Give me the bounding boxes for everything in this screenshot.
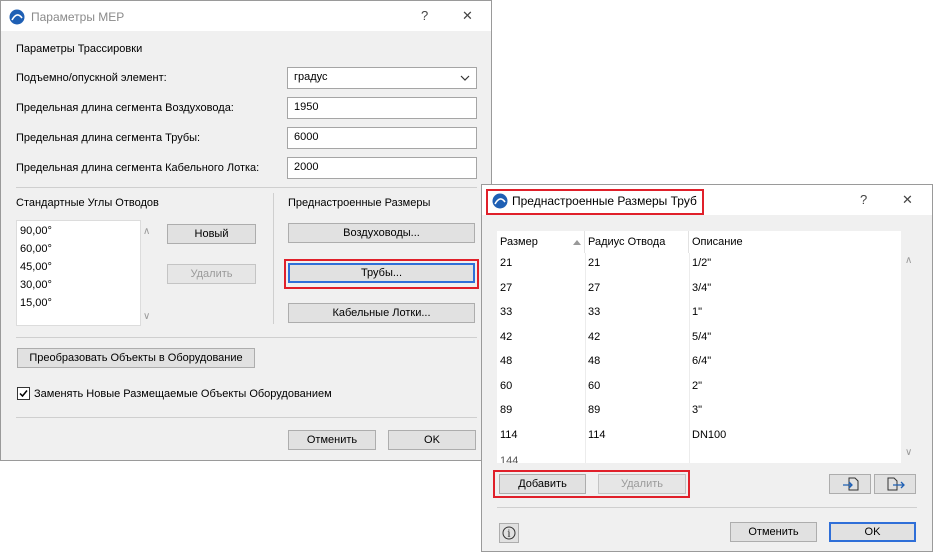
- help-button[interactable]: ?: [421, 8, 428, 23]
- delete-size-button[interactable]: Удалить: [598, 474, 686, 494]
- table-row[interactable]: 33 33 1": [497, 306, 901, 330]
- bend-angles-list[interactable]: 90,00° 60,00° 45,00° 30,00° 15,00°: [16, 220, 141, 326]
- cell-size: 42: [500, 330, 513, 343]
- separator: [16, 337, 477, 338]
- chevron-down-icon: [460, 75, 470, 81]
- cell-radius: 42: [588, 330, 601, 343]
- column-header-label: Размер: [500, 236, 538, 248]
- table-row[interactable]: 42 42 5/4": [497, 331, 901, 355]
- cell-description: DN100: [692, 428, 727, 441]
- cell-radius: 60: [588, 379, 601, 392]
- cell-description: 6/4": [692, 355, 712, 367]
- sort-ascending-icon: [573, 240, 581, 245]
- mep-parameters-dialog: Параметры МЕР ? ✕ Параметры Трассировки …: [0, 0, 492, 461]
- cell-description: 3": [692, 404, 703, 416]
- table-row[interactable]: 114 114 DN100: [497, 429, 901, 453]
- duct-length-input[interactable]: 1950: [287, 97, 477, 119]
- table-row[interactable]: 89 89 3": [497, 404, 901, 428]
- scroll-up-icon[interactable]: ∧: [143, 226, 150, 237]
- pipe-sizes-table[interactable]: Размер Радиус Отвода Описание 21 21 1/2" 27…: [497, 231, 901, 463]
- pipes-highlight-box: [284, 259, 479, 289]
- cell-description: 5/4": [692, 330, 712, 343]
- pipe-sizes-dialog: Преднастроенные Размеры Труб ? ✕ Размер …: [481, 184, 933, 552]
- replace-objects-checkbox[interactable]: [17, 387, 30, 400]
- delete-angle-button[interactable]: Удалить: [167, 264, 256, 284]
- list-item[interactable]: 60,00°: [20, 243, 52, 255]
- import-file-icon: [843, 477, 859, 491]
- cell-size: 60: [500, 379, 513, 392]
- ok-button[interactable]: OK: [388, 430, 476, 450]
- scroll-down-icon[interactable]: ∨: [143, 311, 150, 322]
- list-item[interactable]: 30,00°: [20, 279, 52, 291]
- presets-title: Преднастроенные Размеры: [288, 197, 431, 209]
- cell-description: 3/4": [692, 281, 712, 294]
- table-row[interactable]: 27 27 3/4": [497, 282, 901, 306]
- list-item[interactable]: 45,00°: [20, 261, 52, 273]
- table-row[interactable]: 21 21 1/2": [497, 257, 901, 281]
- cell-description: 1": [692, 306, 703, 318]
- separator: [16, 187, 477, 188]
- cell-description: 2": [692, 379, 703, 392]
- cell-size: 21: [500, 257, 513, 269]
- routing-section-title: Параметры Трассировки: [16, 43, 143, 55]
- mep-dialog-titlebar: Параметры МЕР ? ✕: [1, 1, 491, 31]
- tray-length-label: Предельная длина сегмента Кабельного Лот…: [16, 162, 260, 174]
- rise-element-select[interactable]: градус: [287, 67, 477, 89]
- pipe-length-label: Предельная длина сегмента Трубы:: [16, 132, 201, 144]
- duct-length-label: Предельная длина сегмента Воздуховода:: [16, 102, 234, 114]
- cell-radius: 27: [588, 281, 601, 294]
- cell-radius: 48: [588, 355, 601, 367]
- archicad-logo-icon: [9, 9, 25, 25]
- column-header-description[interactable]: Описание: [689, 231, 901, 253]
- cell-size: 27: [500, 281, 513, 294]
- convert-objects-button[interactable]: Преобразовать Объекты в Оборудование: [17, 348, 255, 368]
- new-angle-button[interactable]: Новый: [167, 224, 256, 244]
- checkmark-icon: [19, 390, 28, 398]
- cell-radius: 33: [588, 306, 601, 318]
- cell-size: 114: [500, 428, 518, 441]
- column-header-size[interactable]: Размер: [497, 231, 585, 253]
- list-item[interactable]: 15,00°: [20, 297, 52, 309]
- add-size-button[interactable]: Добавить: [499, 474, 586, 494]
- cancel-button[interactable]: Отменить: [730, 522, 817, 542]
- rise-element-value: градус: [294, 71, 328, 83]
- rise-element-label: Подъемно/опускной элемент:: [16, 72, 167, 84]
- cell-radius: 114: [588, 428, 606, 441]
- replace-objects-label[interactable]: Заменять Новые Размещаемые Объекты Обору…: [34, 388, 332, 400]
- cell-size: 89: [500, 404, 513, 416]
- separator: [497, 507, 917, 508]
- mep-dialog-title: Параметры МЕР: [31, 10, 125, 24]
- table-row[interactable]: 48 48 6/4": [497, 355, 901, 379]
- close-icon[interactable]: ✕: [462, 8, 473, 24]
- tray-length-input[interactable]: 2000: [287, 157, 477, 179]
- export-button[interactable]: [874, 474, 916, 494]
- cell-radius: 89: [588, 404, 601, 416]
- table-row[interactable]: 60 60 2": [497, 380, 901, 404]
- scroll-down-icon[interactable]: ∨: [905, 447, 912, 458]
- pipe-length-input[interactable]: 6000: [287, 127, 477, 149]
- cell-description: 1/2": [692, 257, 712, 269]
- ducts-button[interactable]: Воздуховоды...: [288, 223, 475, 243]
- cell-size: 33: [500, 306, 513, 318]
- cancel-button[interactable]: Отменить: [288, 430, 376, 450]
- cell-radius: 21: [588, 257, 601, 269]
- bend-angles-title: Стандартные Углы Отводов: [16, 197, 159, 209]
- svg-text:i: i: [508, 530, 511, 540]
- column-header-radius[interactable]: Радиус Отвода: [585, 231, 689, 253]
- list-item[interactable]: 90,00°: [20, 225, 52, 237]
- close-icon[interactable]: ✕: [902, 192, 913, 208]
- cell-size: 48: [500, 355, 513, 367]
- import-button[interactable]: [829, 474, 871, 494]
- cable-trays-button[interactable]: Кабельные Лотки...: [288, 303, 475, 323]
- help-button[interactable]: ?: [860, 192, 867, 207]
- separator: [273, 193, 274, 324]
- ok-button[interactable]: OK: [829, 522, 916, 542]
- table-row-partial: 144: [500, 455, 519, 463]
- info-icon: i: [502, 526, 516, 540]
- title-highlight-box: [486, 189, 704, 215]
- export-file-icon: [887, 477, 905, 491]
- separator: [16, 417, 477, 418]
- scroll-up-icon[interactable]: ∧: [905, 255, 912, 266]
- info-button[interactable]: i: [499, 523, 519, 543]
